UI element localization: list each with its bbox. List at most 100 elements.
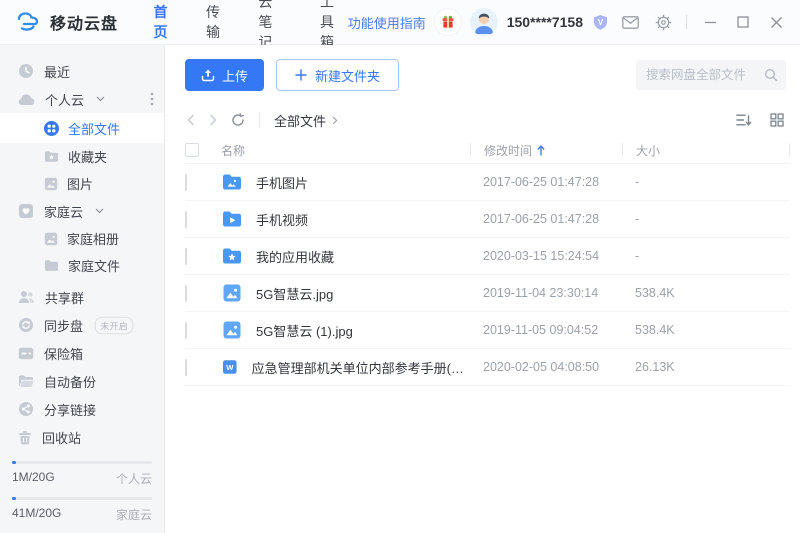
sidebar-item-family-files[interactable]: 家庭文件 [0, 252, 164, 279]
sidebar-item-family-cloud[interactable]: 家庭云 [0, 197, 164, 225]
sidebar-item-label: 收藏夹 [68, 147, 107, 166]
chevron-down-icon[interactable] [96, 96, 105, 102]
file-row[interactable]: 5G智慧云.jpg 2019-11-04 23:30:14 538.4K [185, 275, 790, 312]
sidebar-item-family-album[interactable]: 家庭相册 [0, 225, 164, 252]
breadcrumb[interactable]: 全部文件 [274, 111, 338, 130]
file-row[interactable]: 手机图片 2017-06-25 01:47:28 - [185, 164, 790, 201]
image-icon [44, 177, 58, 191]
backup-folder-icon [18, 374, 34, 388]
storage-summary: 1M/20G 个人云 41M/20G 家庭云 [0, 461, 164, 533]
column-header-name[interactable]: 名称 [221, 143, 470, 157]
file-modified: 2017-06-25 01:47:28 [470, 212, 622, 226]
file-modified: 2020-03-15 15:24:54 [470, 249, 622, 263]
file-name[interactable]: 手机图片 [256, 173, 308, 192]
chevron-down-icon[interactable] [95, 208, 104, 214]
sync-disk-status-badge: 未开启 [95, 316, 134, 333]
file-row[interactable]: 我的应用收藏 2020-03-15 15:24:54 - [185, 238, 790, 275]
file-row[interactable]: W 应急管理部机关单位内部参考手册(电子版).docx 2020-02-05 0… [185, 349, 790, 386]
toolbar: 上传 新建文件夹 [165, 45, 800, 103]
upload-icon [201, 68, 215, 82]
refresh-icon[interactable] [231, 113, 245, 127]
nav-tab-transfer[interactable]: 传输 [206, 2, 224, 42]
sidebar-item-safe-box[interactable]: 保险箱 [0, 339, 164, 367]
image-file-icon [221, 282, 243, 304]
plus-icon [295, 69, 307, 81]
column-header-modified[interactable]: 修改时间 [470, 143, 622, 157]
new-folder-button[interactable]: 新建文件夹 [276, 59, 399, 91]
sort-order-icon[interactable] [736, 113, 752, 127]
breadcrumb-bar: 全部文件 [165, 103, 800, 137]
breadcrumb-chevron-icon [332, 116, 338, 125]
sync-icon [18, 317, 34, 333]
user-phone[interactable]: 150****7158 [507, 14, 583, 30]
vip-badge-icon[interactable]: V [592, 14, 609, 31]
file-modified: 2019-11-05 09:04:52 [470, 323, 622, 337]
app-logo-icon [16, 11, 42, 33]
file-name[interactable]: 手机视频 [256, 210, 308, 229]
sidebar-item-sync-disk[interactable]: 同步盘 未开启 [0, 311, 164, 339]
row-checkbox[interactable] [185, 248, 187, 265]
main-content: 上传 新建文件夹 [165, 45, 800, 533]
folder-star-icon [221, 245, 243, 267]
svg-text:W: W [226, 363, 234, 372]
clock-icon [18, 63, 34, 79]
file-modified: 2017-06-25 01:47:28 [470, 175, 622, 189]
personal-storage-bar [12, 461, 152, 464]
sidebar-item-label: 家庭云 [44, 202, 83, 221]
image-icon [44, 232, 58, 246]
grid-view-icon[interactable] [770, 113, 784, 127]
close-icon[interactable] [764, 10, 788, 34]
window-controls-divider [686, 15, 687, 29]
row-checkbox[interactable] [185, 174, 187, 191]
forward-arrow-icon[interactable] [209, 114, 217, 126]
kebab-menu-icon[interactable] [150, 92, 154, 106]
folder-video-icon [221, 208, 243, 230]
folder-image-icon [221, 171, 243, 193]
personal-storage-used: 1M/20G [12, 470, 55, 487]
search-icon[interactable] [764, 68, 778, 82]
file-name[interactable]: 5G智慧云 (1).jpg [256, 321, 353, 340]
file-size: - [622, 175, 790, 189]
sidebar-item-recycle-bin[interactable]: 回收站 [0, 423, 164, 451]
minimize-icon[interactable] [698, 10, 722, 34]
sidebar-item-recent[interactable]: 最近 [0, 57, 164, 85]
sidebar-item-shared-group[interactable]: 共享群 [0, 283, 164, 311]
sidebar-item-label: 回收站 [42, 428, 81, 447]
file-name[interactable]: 我的应用收藏 [256, 247, 334, 266]
sidebar-item-favorites[interactable]: 收藏夹 [0, 143, 164, 170]
sidebar-item-label: 共享群 [45, 288, 84, 307]
row-checkbox[interactable] [185, 211, 187, 228]
sidebar-item-label: 全部文件 [68, 119, 120, 138]
row-checkbox[interactable] [185, 322, 187, 339]
select-all-checkbox[interactable] [185, 143, 199, 157]
file-table: 名称 修改时间 大小 手机图片 [165, 137, 800, 533]
guide-link[interactable]: 功能使用指南 [348, 13, 426, 32]
search-box[interactable] [636, 60, 786, 90]
breadcrumb-current[interactable]: 全部文件 [274, 111, 326, 130]
sidebar-item-personal-cloud[interactable]: 个人云 [0, 85, 164, 113]
family-storage-used: 41M/20G [12, 506, 61, 523]
row-checkbox[interactable] [185, 359, 187, 376]
sidebar-item-all-files[interactable]: 全部文件 [0, 113, 164, 143]
file-name[interactable]: 5G智慧云.jpg [256, 284, 333, 303]
maximize-icon[interactable] [731, 10, 755, 34]
mail-icon[interactable] [618, 10, 642, 34]
column-header-size[interactable]: 大小 [622, 143, 790, 157]
sidebar-item-pictures[interactable]: 图片 [0, 170, 164, 197]
row-checkbox[interactable] [185, 285, 187, 302]
file-row[interactable]: 5G智慧云 (1).jpg 2019-11-05 09:04:52 538.4K [185, 312, 790, 349]
user-avatar[interactable] [470, 8, 498, 36]
gift-icon[interactable] [435, 9, 461, 35]
search-input[interactable] [646, 68, 764, 82]
sidebar-item-label: 分享链接 [44, 400, 96, 419]
file-row[interactable]: 手机视频 2017-06-25 01:47:28 - [185, 201, 790, 238]
file-name[interactable]: 应急管理部机关单位内部参考手册(电子版).docx [252, 358, 470, 377]
back-arrow-icon[interactable] [187, 114, 195, 126]
settings-gear-icon[interactable] [651, 10, 675, 34]
upload-button[interactable]: 上传 [185, 59, 264, 91]
nav-tab-home[interactable]: 首页 [154, 2, 172, 42]
sidebar-item-label: 家庭相册 [67, 229, 119, 248]
sidebar-item-auto-backup[interactable]: 自动备份 [0, 367, 164, 395]
sort-ascending-arrow-icon [537, 145, 545, 156]
sidebar-item-share-links[interactable]: 分享链接 [0, 395, 164, 423]
